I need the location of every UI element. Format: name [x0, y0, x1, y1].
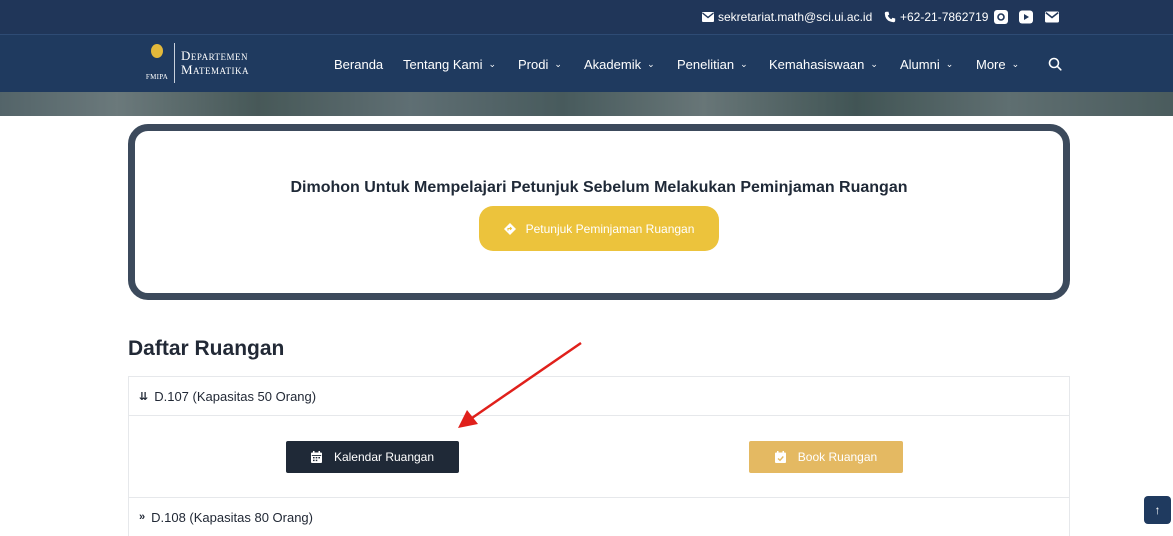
university-crest: FMIPA	[146, 43, 168, 83]
calendar-icon	[310, 451, 322, 463]
calendar-room-button-label: Kalendar Ruangan	[333, 450, 435, 464]
nav-item-label: More	[976, 56, 1006, 72]
contact-email[interactable]: sekretariat.math@sci.ui.ac.id	[702, 0, 872, 34]
contact-phone[interactable]: +62-21-7862719	[884, 0, 988, 34]
nav-item-prodi[interactable]: Prodi ⌄	[518, 35, 562, 93]
room-label: D.107 (Kapasitas 50 Orang)	[154, 388, 317, 404]
directions-icon	[503, 222, 516, 235]
chevron-down-icon: ⌄	[1011, 58, 1020, 69]
logo-line-1: Departemen	[181, 48, 249, 63]
mail-icon	[702, 12, 714, 22]
chevron-double-down-icon: ⇊	[139, 390, 149, 403]
nav-item-label: Akademik	[584, 56, 642, 72]
main-navbar: FMIPA Departemen Matematika Beranda Tent…	[0, 34, 1173, 92]
logo-faculty-text: FMIPA	[145, 73, 169, 81]
search-icon[interactable]	[1048, 57, 1062, 71]
nav-item-tentang-kami[interactable]: Tentang Kami ⌄	[403, 35, 496, 93]
notice-text: Dimohon Untuk Mempelajari Petunjuk Sebel…	[290, 179, 908, 196]
room-accordion-header[interactable]: » D.108 (Kapasitas 80 Orang)	[129, 498, 1069, 536]
book-room-button[interactable]: Book Ruangan	[749, 441, 903, 473]
youtube-icon[interactable]	[1019, 10, 1033, 24]
chevron-down-icon: ⌄	[554, 58, 562, 69]
phone-icon	[884, 11, 896, 23]
room-label: D.108 (Kapasitas 80 Orang)	[151, 509, 313, 525]
nav-item-label: Penelitian	[677, 56, 735, 72]
instagram-icon[interactable]	[994, 10, 1008, 24]
chevron-down-icon: ⌄	[870, 58, 878, 69]
room-accordion-header[interactable]: ⇊ D.107 (Kapasitas 50 Orang)	[129, 377, 1069, 415]
nav-item-penelitian[interactable]: Penelitian ⌄	[677, 35, 748, 93]
chevron-double-right-icon: »	[139, 511, 146, 523]
nav-item-more[interactable]: More ⌄	[976, 35, 1019, 93]
chevron-down-icon: ⌄	[488, 58, 497, 69]
nav-item-label: Kemahasiswaan	[769, 56, 865, 72]
nav-item-label: Beranda	[334, 56, 384, 72]
crest-emblem-icon	[151, 44, 163, 58]
logo-divider	[174, 43, 175, 83]
nav-item-beranda[interactable]: Beranda	[334, 35, 383, 93]
chevron-down-icon: ⌄	[740, 58, 748, 69]
nav-item-akademik[interactable]: Akademik ⌄	[584, 35, 655, 93]
chevron-down-icon: ⌄	[945, 58, 954, 69]
nav-item-label: Tentang Kami	[403, 56, 483, 72]
nav-item-label: Alumni	[900, 56, 940, 72]
guide-button-label: Petunjuk Peminjaman Ruangan	[525, 221, 695, 236]
room-accordion-d108: » D.108 (Kapasitas 80 Orang)	[128, 497, 1070, 536]
room-accordion-d107: ⇊ D.107 (Kapasitas 50 Orang) Kalendar Ru…	[128, 376, 1070, 500]
room-list-title: Daftar Ruangan	[128, 337, 285, 360]
room-accordion-body: Kalendar Ruangan Book Ruangan	[129, 415, 1069, 499]
contact-email-text: sekretariat.math@sci.ui.ac.id	[718, 10, 873, 24]
hero-banner-image	[0, 92, 1173, 116]
top-contact-bar: sekretariat.math@sci.ui.ac.id +62-21-786…	[0, 0, 1173, 34]
calendar-room-button[interactable]: Kalendar Ruangan	[286, 441, 459, 473]
arrow-up-icon: ↑	[1154, 503, 1161, 517]
nav-item-alumni[interactable]: Alumni ⌄	[900, 35, 953, 93]
book-room-button-label: Book Ruangan	[797, 450, 878, 464]
notice-card: Dimohon Untuk Mempelajari Petunjuk Sebel…	[128, 124, 1070, 300]
logo-line-2: Matematika	[181, 62, 250, 77]
mail-icon[interactable]	[1045, 10, 1059, 24]
contact-phone-text: +62-21-7862719	[900, 10, 989, 24]
scroll-to-top-button[interactable]: ↑	[1144, 496, 1171, 524]
nav-item-label: Prodi	[518, 56, 549, 72]
logo-title: Departemen Matematika	[181, 43, 249, 83]
chevron-down-icon: ⌄	[647, 58, 655, 69]
calendar-check-icon	[774, 451, 786, 463]
site-logo[interactable]: FMIPA Departemen Matematika	[146, 43, 249, 83]
nav-item-kemahasiswaan[interactable]: Kemahasiswaan ⌄	[769, 35, 878, 93]
guide-button[interactable]: Petunjuk Peminjaman Ruangan	[479, 206, 719, 251]
